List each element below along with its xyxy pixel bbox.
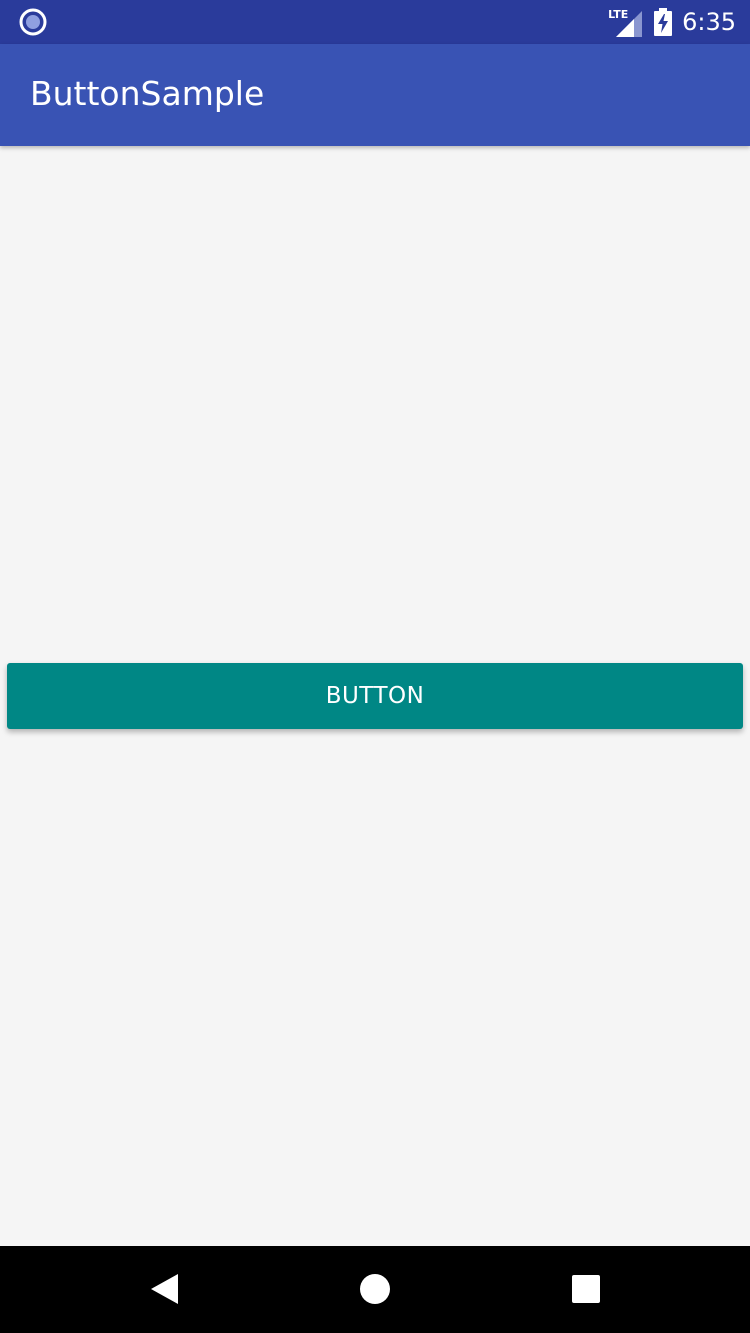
network-indicator: LTE	[608, 7, 644, 37]
content-area: BUTTON	[0, 146, 750, 1246]
status-icons: LTE 6:35	[608, 0, 736, 44]
home-circle-icon[interactable]	[358, 1272, 392, 1306]
app-title: ButtonSample	[30, 74, 265, 113]
notification-circle-icon	[19, 8, 47, 36]
app-bar: ButtonSample	[0, 44, 750, 146]
back-triangle-icon[interactable]	[146, 1271, 182, 1307]
status-bar: LTE 6:35	[0, 0, 750, 44]
cell-signal-icon	[616, 11, 643, 37]
phone-screen: LTE 6:35 ButtonSample BUTTON	[0, 0, 750, 1333]
main-button[interactable]: BUTTON	[7, 663, 743, 729]
recents-square-icon[interactable]	[571, 1274, 601, 1304]
navigation-bar	[0, 1246, 750, 1333]
battery-charging-icon	[654, 8, 673, 36]
status-time: 6:35	[682, 8, 736, 36]
